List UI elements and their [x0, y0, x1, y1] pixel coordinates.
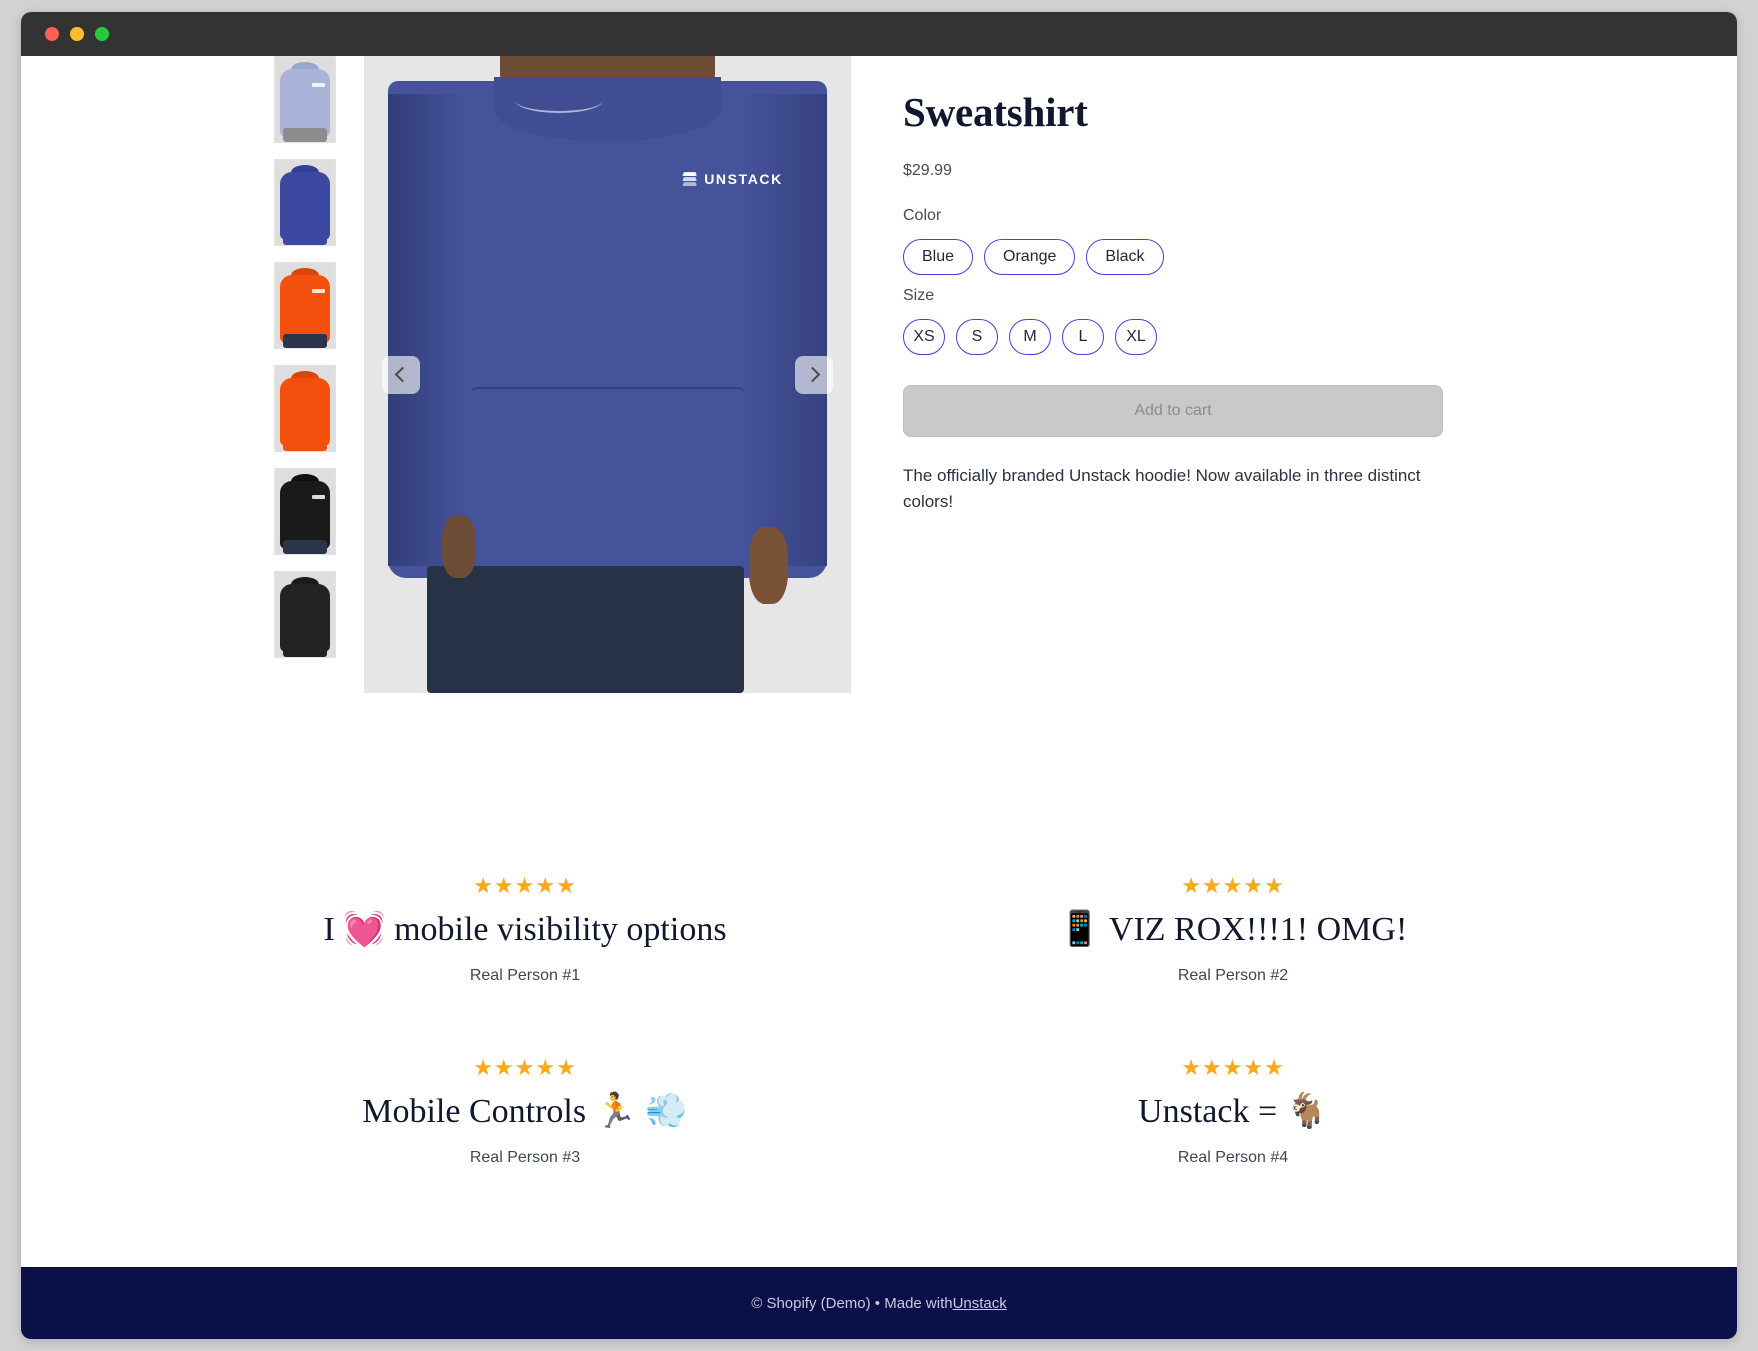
- option-label-size: Size: [903, 287, 935, 304]
- browser-window: UNSTACK Sweatshirt $29.99 Color Blue Ora…: [21, 12, 1737, 1339]
- product-thumbnail[interactable]: [274, 56, 336, 143]
- review-text: 📱 VIZ ROX!!!1! OMG!: [1058, 911, 1408, 948]
- layers-icon: [682, 172, 698, 187]
- product-image-gallery[interactable]: UNSTACK: [364, 56, 851, 693]
- gallery-prev-button[interactable]: [382, 355, 420, 394]
- review-author: Real Person #4: [1177, 1149, 1289, 1166]
- chevron-left-icon: [394, 366, 411, 383]
- product-thumbnail-list: [274, 56, 336, 693]
- color-option-orange[interactable]: Orange: [984, 239, 1076, 275]
- size-option-s[interactable]: S: [956, 319, 998, 355]
- size-option-m[interactable]: M: [1009, 319, 1051, 355]
- size-option-xs[interactable]: XS: [903, 319, 945, 355]
- product-thumbnail[interactable]: [274, 571, 336, 658]
- option-label-color: Color: [903, 207, 942, 224]
- size-option-l[interactable]: L: [1062, 319, 1104, 355]
- review-author: Real Person #1: [469, 967, 581, 984]
- size-option-xl[interactable]: XL: [1115, 319, 1157, 355]
- product-info: Sweatshirt $29.99 Color Blue Orange Blac…: [903, 56, 1463, 693]
- gallery-next-button[interactable]: [795, 355, 833, 394]
- review-star-rating: ★★★★★: [1181, 873, 1285, 898]
- review-item: ★★★★★ 📱 VIZ ROX!!!1! OMG! Real Person #2: [879, 873, 1587, 985]
- reviews-section: ★★★★★ I 💓 mobile visibility options Real…: [21, 873, 1737, 1167]
- review-star-rating: ★★★★★: [1181, 1055, 1285, 1080]
- product-thumbnail[interactable]: [274, 365, 336, 452]
- color-option-group: Blue Orange Black: [903, 239, 1463, 275]
- chevron-right-icon: [804, 366, 821, 383]
- review-item: ★★★★★ I 💓 mobile visibility options Real…: [171, 873, 879, 985]
- page-content: UNSTACK Sweatshirt $29.99 Color Blue Ora…: [21, 56, 1737, 1339]
- review-text: I 💓 mobile visibility options: [323, 911, 727, 948]
- review-item: ★★★★★ Mobile Controls 🏃 💨 Real Person #3: [171, 1055, 879, 1167]
- unstack-wordmark: UNSTACK: [704, 170, 783, 187]
- window-maximize-button[interactable]: [95, 27, 109, 41]
- site-footer: © Shopify (Demo) • Made with Unstack: [21, 1267, 1737, 1339]
- window-close-button[interactable]: [45, 27, 59, 41]
- review-star-rating: ★★★★★: [473, 873, 577, 898]
- product-thumbnail[interactable]: [274, 159, 336, 246]
- size-option-group: XS S M L XL: [903, 319, 1463, 355]
- window-titlebar: [21, 12, 1737, 56]
- footer-copyright: © Shopify (Demo) • Made with: [751, 1294, 953, 1312]
- color-option-black[interactable]: Black: [1086, 239, 1164, 275]
- review-text: Unstack = 🐐: [1138, 1093, 1328, 1130]
- color-option-blue[interactable]: Blue: [903, 239, 974, 275]
- review-item: ★★★★★ Unstack = 🐐 Real Person #4: [879, 1055, 1587, 1167]
- footer-unstack-link[interactable]: Unstack: [953, 1295, 1007, 1312]
- review-text: Mobile Controls 🏃 💨: [362, 1093, 688, 1130]
- product-thumbnail[interactable]: [274, 468, 336, 555]
- product-thumbnail[interactable]: [274, 262, 336, 349]
- product-section: UNSTACK Sweatshirt $29.99 Color Blue Ora…: [21, 56, 1737, 693]
- unstack-logo: UNSTACK: [682, 171, 783, 187]
- add-to-cart-button[interactable]: Add to cart: [903, 385, 1443, 437]
- product-main-image: UNSTACK: [364, 56, 851, 693]
- window-minimize-button[interactable]: [70, 27, 84, 41]
- product-price: $29.99: [903, 162, 952, 179]
- review-star-rating: ★★★★★: [473, 1055, 577, 1080]
- product-title: Sweatshirt: [903, 89, 1088, 135]
- product-description: The officially branded Unstack hoodie! N…: [903, 466, 1421, 512]
- review-author: Real Person #2: [1177, 967, 1289, 984]
- review-author: Real Person #3: [469, 1149, 581, 1166]
